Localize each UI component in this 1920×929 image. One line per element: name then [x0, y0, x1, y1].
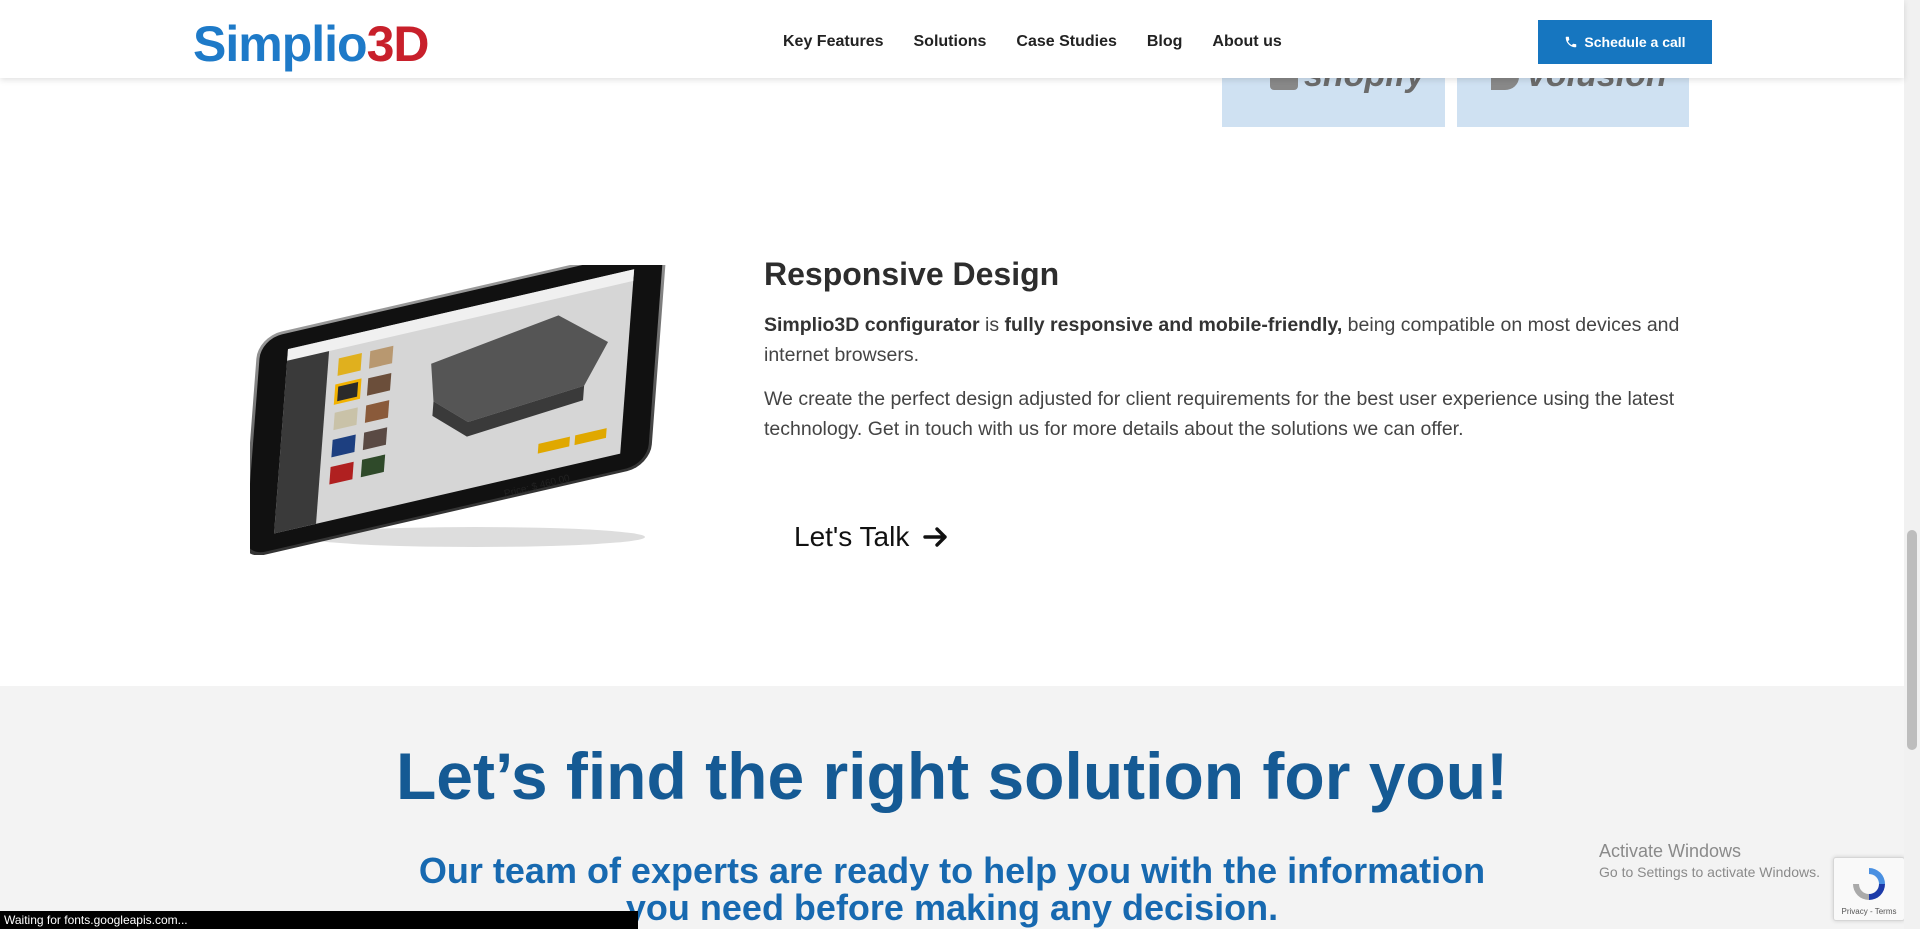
schedule-call-button[interactable]: Schedule a call	[1538, 20, 1712, 64]
nav-about-us[interactable]: About us	[1212, 30, 1281, 54]
simplio3d-logo[interactable]: Simplio3D	[193, 16, 429, 72]
main-nav: Key Features Solutions Case Studies Blog…	[783, 30, 1312, 54]
lets-talk-label: Let's Talk	[794, 521, 910, 552]
recaptcha-icon	[1853, 868, 1885, 900]
activate-windows-watermark: Activate Windows Go to Settings to activ…	[1599, 841, 1820, 880]
browser-status-bar: Waiting for fonts.googleapis.com...	[0, 911, 638, 929]
responsive-paragraph-1: Simplio3D configurator is fully responsi…	[764, 314, 1680, 366]
banner-title: Let’s find the right solution for you!	[395, 739, 1509, 813]
arrow-right-icon	[923, 527, 948, 547]
tablet-configurator-image: Price: $ 460.00	[242, 247, 690, 556]
responsive-paragraph-2: We create the perfect design adjusted fo…	[764, 388, 1675, 440]
nav-case-studies[interactable]: Case Studies	[1016, 30, 1116, 54]
site-header: Simplio3D Key Features Solutions Case St…	[0, 0, 1904, 78]
recaptcha-badge[interactable]: Privacy - Terms	[1833, 857, 1905, 921]
scrollbar-thumb[interactable]	[1907, 530, 1917, 750]
nav-solutions[interactable]: Solutions	[914, 30, 987, 54]
schedule-call-label: Schedule a call	[1584, 34, 1686, 50]
responsive-design-title: Responsive Design	[764, 256, 1060, 292]
page-scrollbar[interactable]	[1904, 0, 1920, 929]
nav-blog[interactable]: Blog	[1147, 30, 1183, 54]
nav-key-features[interactable]: Key Features	[783, 30, 884, 54]
phone-icon	[1566, 36, 1577, 48]
lets-talk-link[interactable]: Let's Talk	[794, 520, 949, 554]
solution-banner: Let’s find the right solution for you! O…	[0, 686, 1904, 929]
